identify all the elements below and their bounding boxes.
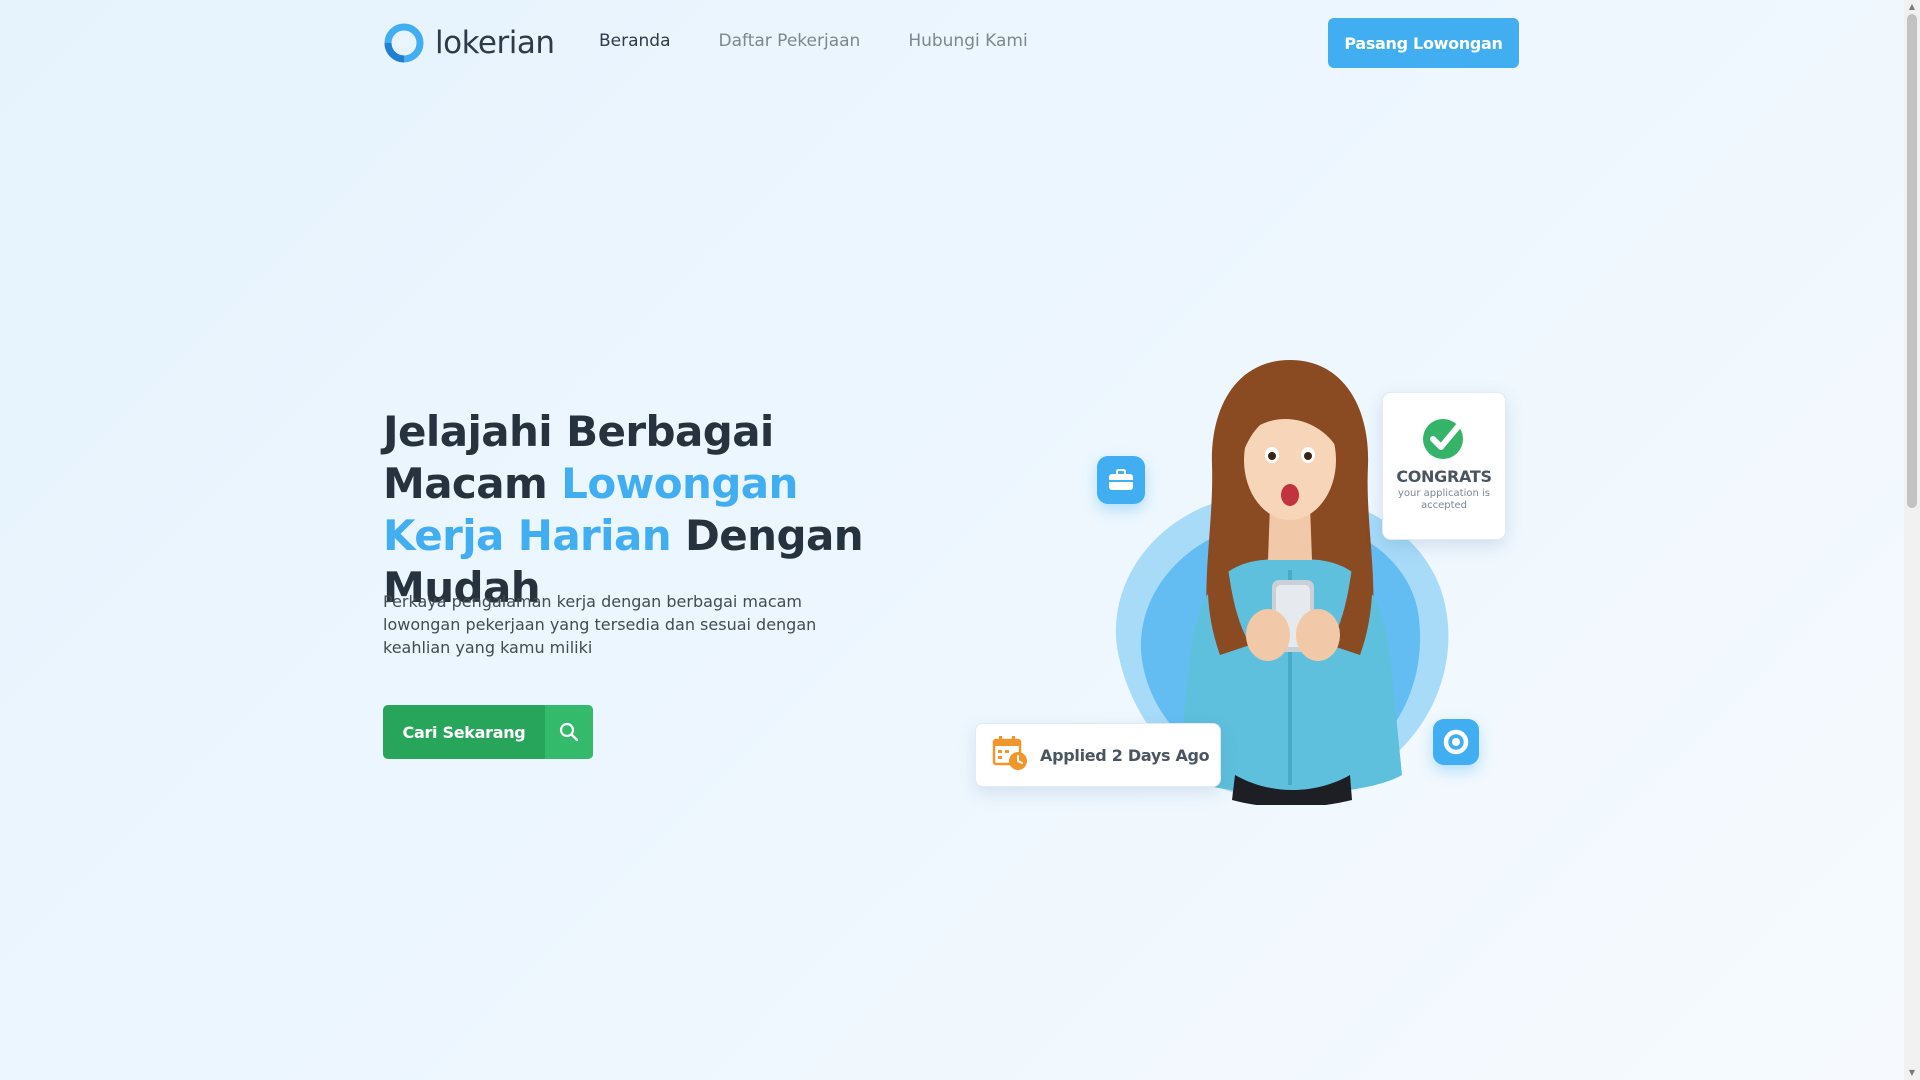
brand-logo[interactable]: lokerian: [383, 20, 555, 66]
post-job-button[interactable]: Pasang Lowongan: [1328, 18, 1519, 68]
page-scrollbar[interactable]: ▲ ▼: [1904, 0, 1920, 1080]
landing-page: lokerian Beranda Daftar Pekerjaan Hubung…: [0, 0, 1904, 1080]
scroll-up-arrow-icon[interactable]: ▲: [1904, 0, 1920, 14]
search-icon: [545, 705, 593, 759]
lokerian-badge-icon: [1433, 719, 1479, 765]
nav-item-beranda[interactable]: Beranda: [599, 31, 671, 51]
hero-description: Perkaya pengalaman kerja dengan berbagai…: [383, 592, 817, 657]
brand-name: lokerian: [435, 25, 555, 61]
check-circle-icon: [1383, 415, 1505, 465]
nav-item-daftar-pekerjaan[interactable]: Daftar Pekerjaan: [719, 31, 861, 51]
search-now-label: Cari Sekarang: [402, 722, 526, 742]
congrats-title: CONGRATS: [1396, 467, 1492, 486]
applied-card: Applied 2 Days Ago: [975, 723, 1221, 787]
lokerian-logo-icon: [383, 22, 425, 64]
nav-item-hubungi-kami[interactable]: Hubungi Kami: [908, 31, 1027, 51]
main-nav: Beranda Daftar Pekerjaan Hubungi Kami: [599, 31, 1028, 51]
briefcase-icon: [1097, 456, 1145, 504]
scroll-down-arrow-icon[interactable]: ▼: [1904, 1066, 1920, 1080]
hero-title: Jelajahi Berbagai Macam Lowongan Kerja H…: [383, 406, 903, 614]
congrats-subtitle: your application is accepted: [1398, 488, 1490, 511]
scrollbar-thumb[interactable]: [1907, 14, 1917, 508]
congrats-card: CONGRATS your application is accepted: [1382, 392, 1506, 540]
applied-text: Applied 2 Days Ago: [1040, 745, 1210, 765]
calendar-clock-icon: [992, 735, 1028, 775]
hero-illustration: CONGRATS your application is accepted Ap…: [970, 350, 1530, 831]
search-now-button[interactable]: Cari Sekarang: [383, 705, 593, 759]
